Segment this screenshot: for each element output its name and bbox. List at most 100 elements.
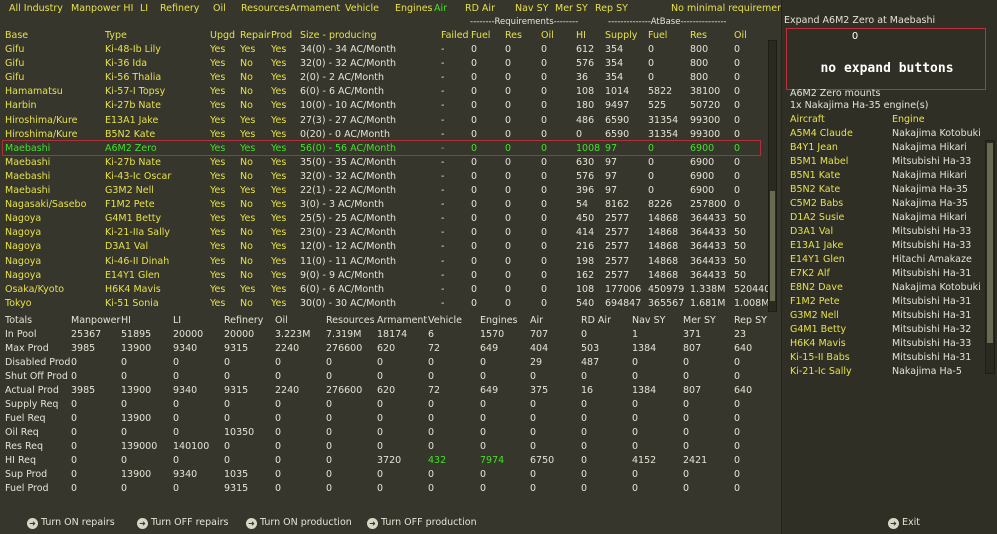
exit-button[interactable]: ➜ Exit	[888, 516, 920, 530]
table-row[interactable]: Maebashi Ki-27b Nate Yes No Yes 35(0) - 35 AC…	[0, 156, 781, 170]
filter-oil[interactable]: Oil	[213, 2, 226, 16]
list-item[interactable]: H6K4 Mavis Mitsubishi Ha-33	[782, 337, 982, 351]
list-item[interactable]: G4M1 Betty Mitsubishi Ha-32	[782, 323, 982, 337]
list-item[interactable]: B5N1 Kate Nakajima Hikari	[782, 169, 982, 183]
filter-manpower-hi[interactable]: Manpower HI	[71, 2, 133, 16]
column-header-hi[interactable]: HI	[576, 29, 586, 43]
turn-on-production-button[interactable]: ➜ Turn ON production	[246, 516, 352, 530]
filter-air[interactable]: Air	[434, 2, 447, 16]
table-row[interactable]: Harbin Ki-27b Nate Yes No Yes 10(0) - 10 AC/M…	[0, 99, 781, 113]
aircraft-name: C5M2 Babs	[790, 198, 844, 209]
list-item[interactable]: G3M2 Nell Mitsubishi Ha-31	[782, 309, 982, 323]
table-row[interactable]: Nagasaki/Sasebo F1M2 Pete Yes No Yes 3(0) - 3…	[0, 198, 781, 212]
table-row[interactable]: Hiroshima/Kure E13A1 Jake Yes Yes Yes 27(3) -…	[0, 114, 781, 128]
filter-resources[interactable]: Resources	[241, 2, 290, 16]
totals-value: 649	[480, 385, 499, 396]
filter-vehicle[interactable]: Vehicle	[345, 2, 379, 16]
filter-rd-air[interactable]: RD Air	[465, 2, 495, 16]
aircraft-name: B5N1 Kate	[790, 170, 841, 181]
column-header-fuel[interactable]: Fuel	[471, 29, 490, 43]
column-header-upgd[interactable]: Upgd	[210, 29, 235, 43]
table-row[interactable]: Gifu Ki-36 Ida Yes No Yes 32(0) - 32 AC/Month…	[0, 57, 781, 71]
totals-value: 0	[224, 413, 231, 424]
cell-supply: 2577	[605, 255, 630, 267]
column-header-oil[interactable]: Oil	[734, 29, 747, 43]
scrollbar-thumb[interactable]	[987, 143, 993, 343]
filter-mer-sy[interactable]: Mer SY	[555, 2, 588, 16]
column-header-base[interactable]: Base	[5, 29, 28, 43]
table-row[interactable]: Gifu Ki-48-Ib Lily Yes Yes Yes 34(0) - 34 AC/…	[0, 43, 781, 57]
list-item[interactable]: E8N2 Dave Nakajima Kotobuki	[782, 281, 982, 295]
filter-all-industry[interactable]: All Industry	[9, 2, 63, 16]
list-item[interactable]: B5M1 Mabel Mitsubishi Ha-33	[782, 155, 982, 169]
column-header-res[interactable]: Res	[690, 29, 707, 43]
filter-nav-sy[interactable]: Nav SY	[515, 2, 548, 16]
cell-failed: -	[441, 213, 445, 225]
list-item[interactable]: B4Y1 Jean Nakajima Hikari	[782, 141, 982, 155]
list-item[interactable]: Ki-21-Ic Sally Nakajima Ha-5	[782, 365, 982, 379]
table-row[interactable]: Nagoya G4M1 Betty Yes Yes Yes 25(5) - 25 AC/M…	[0, 212, 781, 226]
table-row[interactable]: Osaka/Kyoto H6K4 Mavis Yes Yes Yes 6(0) - 6 A…	[0, 283, 781, 297]
totals-value: 0	[632, 427, 639, 438]
totals-row-label: Supply Req	[5, 399, 59, 410]
column-header-failed[interactable]: Failed	[441, 29, 469, 43]
table-row[interactable]: Nagoya D3A1 Val Yes No Yes 12(0) - 12 AC/Mont…	[0, 240, 781, 254]
cell-hi: 162	[576, 269, 595, 281]
column-header-repair[interactable]: Repair	[240, 29, 270, 43]
turn-off-repairs-button[interactable]: ➜ Turn OFF repairs	[137, 516, 228, 530]
cell-fuel: 14868	[648, 213, 679, 225]
column-header-res[interactable]: Res	[505, 29, 522, 43]
table-row[interactable]: Nagoya Ki-46-II Dinah Yes No Yes 11(0) - 11 A…	[0, 255, 781, 269]
cell-oil: 0	[734, 170, 741, 182]
factory-list-scrollbar[interactable]	[768, 40, 777, 312]
table-row[interactable]: Nagoya Ki-21-IIa Sally Yes No Yes 23(0) - 23 …	[0, 226, 781, 240]
list-item[interactable]: Ki-15-II Babs Mitsubishi Ha-31	[782, 351, 982, 365]
table-row[interactable]: Maebashi G3M2 Nell Yes Yes Yes 22(1) - 22 AC/…	[0, 184, 781, 198]
totals-value: 0	[581, 329, 588, 340]
table-row[interactable]: Maebashi Ki-43-Ic Oscar Yes No Yes 32(0) - 32…	[0, 170, 781, 184]
column-header-size-producing[interactable]: Size - producing	[300, 29, 376, 43]
filter-armament[interactable]: Armament	[290, 2, 340, 16]
list-item[interactable]: D3A1 Val Mitsubishi Ha-33	[782, 225, 982, 239]
cell-base: Hiroshima/Kure	[5, 114, 78, 126]
cell-res: 364433	[690, 227, 727, 239]
turn-on-repairs-button[interactable]: ➜ Turn ON repairs	[27, 516, 115, 530]
cell-oil: 0	[541, 156, 548, 168]
totals-value: 0	[683, 427, 690, 438]
column-header-oil[interactable]: Oil	[541, 29, 554, 43]
cell-size-producing: 12(0) - 12 AC/Month	[300, 241, 397, 253]
filter-engines[interactable]: Engines	[395, 2, 433, 16]
cell-failed: -	[441, 100, 445, 112]
cell-base: Tokyo	[5, 297, 32, 309]
list-item[interactable]: F1M2 Pete Mitsubishi Ha-31	[782, 295, 982, 309]
table-row[interactable]: Nagoya E14Y1 Glen Yes No Yes 9(0) - 9 AC/Mont…	[0, 269, 781, 283]
engine-name: Nakajima Kotobuki	[892, 128, 981, 139]
table-row[interactable]: Tokyo Ki-51 Sonia Yes No Yes 30(0) - 30 AC/Mo…	[0, 297, 781, 311]
totals-value: 6750	[530, 455, 555, 466]
list-item[interactable]: E13A1 Jake Mitsubishi Ha-33	[782, 239, 982, 253]
list-item[interactable]: E7K2 Alf Mitsubishi Ha-31	[782, 267, 982, 281]
list-item[interactable]: A5M4 Claude Nakajima Kotobuki	[782, 127, 982, 141]
totals-value: 20000	[224, 329, 255, 340]
list-item[interactable]: E14Y1 Glen Hitachi Amakaze	[782, 253, 982, 267]
column-header-fuel[interactable]: Fuel	[648, 29, 667, 43]
column-header-prod[interactable]: Prod	[271, 29, 292, 43]
table-row[interactable]: Hamamatsu Ki-57-I Topsy Yes No Yes 6(0) - 6 A…	[0, 85, 781, 99]
list-item[interactable]: C5M2 Babs Nakajima Ha-35	[782, 197, 982, 211]
filter-li[interactable]: LI	[140, 2, 148, 16]
totals-value: 0	[71, 455, 78, 466]
cell-res: 800	[690, 58, 709, 70]
turn-off-production-button[interactable]: ➜ Turn OFF production	[367, 516, 477, 530]
column-header-supply[interactable]: Supply	[605, 29, 637, 43]
filter-refinery[interactable]: Refinery	[160, 2, 199, 16]
column-header-type[interactable]: Type	[105, 29, 127, 43]
totals-value: 0	[173, 413, 180, 424]
list-item[interactable]: D1A2 Susie Nakajima Hikari	[782, 211, 982, 225]
table-row[interactable]: Gifu Ki-56 Thalia Yes No Yes 2(0) - 2 AC/Mont…	[0, 71, 781, 85]
engine-name: Mitsubishi Ha-32	[892, 324, 972, 335]
scrollbar-thumb[interactable]	[770, 191, 775, 301]
mount-list-scrollbar[interactable]	[985, 140, 995, 374]
filter-rep-sy[interactable]: Rep SY	[595, 2, 628, 16]
cell-hi: 396	[576, 185, 595, 196]
list-item[interactable]: B5N2 Kate Nakajima Ha-35	[782, 183, 982, 197]
